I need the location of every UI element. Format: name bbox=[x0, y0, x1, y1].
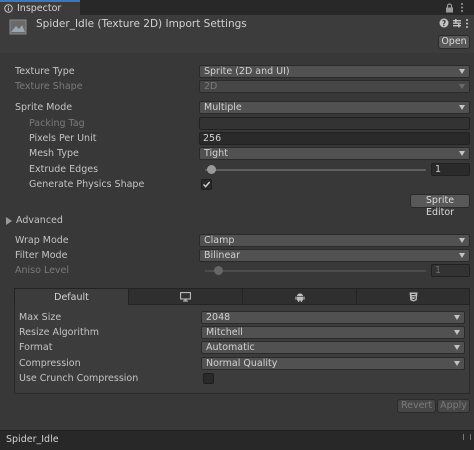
filter-mode-dropdown[interactable]: Bilinear bbox=[199, 249, 470, 262]
wrap-mode-dropdown[interactable]: Clamp bbox=[199, 234, 470, 247]
texture-shape-dropdown: 2D bbox=[199, 80, 470, 93]
pixels-per-unit-field[interactable]: 256 bbox=[199, 132, 470, 145]
max-size-value: 2048 bbox=[206, 312, 231, 323]
texture-type-value: Sprite (2D and UI) bbox=[204, 66, 290, 77]
extrude-edges-slider-handle[interactable] bbox=[207, 165, 217, 174]
extrude-edges-label: Extrude Edges bbox=[29, 164, 99, 175]
texture-type-label: Texture Type bbox=[15, 66, 75, 77]
sprite-mode-value: Multiple bbox=[204, 102, 242, 113]
packing-tag-field bbox=[199, 117, 470, 130]
max-size-dropdown[interactable]: 2048 bbox=[201, 311, 465, 324]
help-icon[interactable]: ? bbox=[439, 18, 449, 28]
filter-mode-label: Filter Mode bbox=[15, 250, 68, 261]
texture-asset-icon bbox=[9, 19, 27, 35]
advanced-label: Advanced bbox=[16, 215, 63, 226]
use-crunch-compression-checkbox[interactable] bbox=[203, 373, 214, 384]
chevron-down-icon bbox=[454, 361, 460, 366]
tab-platform-android[interactable] bbox=[242, 288, 357, 305]
mesh-type-dropdown[interactable]: Tight bbox=[199, 147, 470, 160]
resize-algorithm-label: Resize Algorithm bbox=[19, 327, 99, 338]
aniso-level-slider-handle bbox=[213, 266, 223, 275]
revert-button[interactable]: Revert bbox=[397, 399, 436, 413]
android-icon bbox=[294, 292, 305, 302]
tab-platform-standalone[interactable] bbox=[128, 288, 243, 305]
generate-physics-shape-label: Generate Physics Shape bbox=[29, 179, 145, 190]
chevron-down-icon bbox=[459, 253, 465, 258]
presets-icon[interactable] bbox=[452, 18, 462, 28]
aniso-level-field: 1 bbox=[431, 264, 470, 277]
chevron-down-icon bbox=[454, 330, 460, 335]
format-label: Format bbox=[19, 342, 53, 353]
tab-menu-icon[interactable] bbox=[460, 2, 464, 13]
compression-value: Normal Quality bbox=[206, 358, 278, 369]
texture-shape-label: Texture Shape bbox=[15, 81, 83, 92]
caret-right-icon bbox=[6, 217, 12, 225]
aniso-level-label: Aniso Level bbox=[15, 265, 70, 276]
window-tab-bar: Inspector bbox=[0, 0, 474, 15]
page-title: Spider_Idle (Texture 2D) Import Settings bbox=[36, 18, 247, 30]
chevron-down-icon bbox=[454, 345, 460, 350]
packing-tag-label: Packing Tag bbox=[29, 118, 85, 129]
chevron-down-icon bbox=[459, 69, 465, 74]
sprite-mode-label: Sprite Mode bbox=[15, 102, 73, 113]
open-button[interactable]: Open bbox=[438, 35, 470, 49]
use-crunch-compression-label: Use Crunch Compression bbox=[19, 373, 139, 384]
html5-icon bbox=[409, 292, 417, 301]
asset-preview-bar[interactable]: Spider_Idle bbox=[0, 430, 474, 450]
tab-platform-webgl[interactable] bbox=[356, 288, 470, 305]
mesh-type-value: Tight bbox=[204, 148, 228, 159]
chevron-down-icon bbox=[459, 105, 465, 110]
extrude-edges-slider-track[interactable] bbox=[205, 169, 426, 171]
chevron-down-icon bbox=[459, 151, 465, 156]
svg-text:?: ? bbox=[442, 19, 446, 28]
tab-platform-default[interactable]: Default bbox=[14, 288, 129, 305]
compression-label: Compression bbox=[19, 358, 81, 369]
texture-shape-value: 2D bbox=[204, 81, 218, 92]
aniso-level-slider-track bbox=[205, 270, 426, 272]
max-size-label: Max Size bbox=[19, 312, 62, 323]
wrap-mode-value: Clamp bbox=[204, 235, 235, 246]
pixels-per-unit-label: Pixels Per Unit bbox=[29, 133, 97, 144]
checkmark-icon bbox=[203, 181, 211, 188]
resize-algorithm-value: Mitchell bbox=[206, 327, 243, 338]
advanced-foldout[interactable]: Advanced bbox=[6, 214, 63, 228]
compression-dropdown[interactable]: Normal Quality bbox=[201, 357, 465, 370]
info-icon bbox=[4, 4, 13, 13]
generate-physics-shape-checkbox[interactable] bbox=[201, 179, 212, 190]
tab-inspector[interactable]: Inspector bbox=[0, 0, 80, 15]
tab-platform-default-label: Default bbox=[54, 291, 89, 303]
apply-button[interactable]: Apply bbox=[437, 399, 470, 413]
format-dropdown[interactable]: Automatic bbox=[201, 341, 465, 354]
sprite-mode-dropdown[interactable]: Multiple bbox=[199, 101, 470, 114]
lock-icon[interactable] bbox=[445, 3, 454, 13]
tab-inspector-label: Inspector bbox=[17, 3, 62, 14]
chevron-down-icon bbox=[454, 315, 460, 320]
asset-name-label: Spider_Idle bbox=[6, 434, 59, 445]
header-menu-icon[interactable] bbox=[465, 18, 469, 29]
texture-type-dropdown[interactable]: Sprite (2D and UI) bbox=[199, 65, 470, 78]
format-value: Automatic bbox=[206, 342, 255, 353]
filter-mode-value: Bilinear bbox=[204, 250, 241, 261]
wrap-mode-label: Wrap Mode bbox=[15, 235, 69, 246]
chevron-down-icon bbox=[459, 238, 465, 243]
resize-handle-icon[interactable] bbox=[463, 434, 471, 440]
mesh-type-label: Mesh Type bbox=[29, 148, 79, 159]
chevron-down-icon bbox=[459, 84, 465, 89]
resize-algorithm-dropdown[interactable]: Mitchell bbox=[201, 326, 465, 339]
monitor-icon bbox=[180, 291, 191, 302]
sprite-editor-button[interactable]: Sprite Editor bbox=[410, 194, 470, 218]
extrude-edges-field[interactable]: 1 bbox=[431, 163, 470, 176]
